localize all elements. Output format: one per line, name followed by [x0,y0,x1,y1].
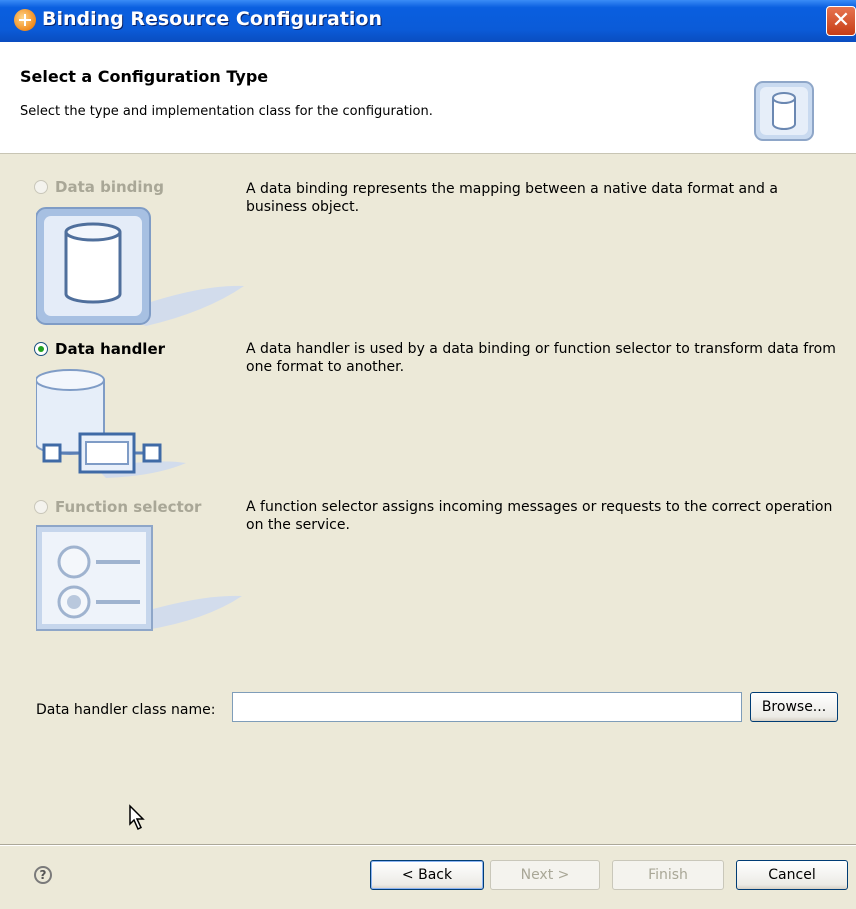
function-selector-radio[interactable] [34,500,48,514]
option-data-binding[interactable]: Data binding [34,178,164,196]
data-handler-icon [36,369,186,478]
footer-divider-highlight [0,845,856,846]
function-selector-icon [36,525,242,631]
data-binding-icon [36,207,244,326]
title-bar[interactable]: Binding Resource Configuration ✕ [0,0,856,42]
app-icon [14,9,36,31]
data-handler-label: Data handler [55,340,166,358]
wizard-content: Data binding A data binding represents t… [0,154,856,844]
mouse-cursor-icon [129,804,145,831]
option-data-handler[interactable]: Data handler [34,340,165,358]
function-selector-label: Function selector [55,498,202,516]
help-icon[interactable]: ? [34,866,52,884]
close-button[interactable]: ✕ [826,6,856,36]
data-handler-radio[interactable] [34,342,48,356]
data-binding-label: Data binding [55,178,164,196]
cylinder-icon [754,81,814,141]
browse-button[interactable]: Browse... [750,692,838,722]
finish-button[interactable]: Finish [612,860,724,890]
close-icon: ✕ [831,8,851,33]
data-binding-radio[interactable] [34,180,48,194]
cancel-button[interactable]: Cancel [736,860,848,890]
option-function-selector[interactable]: Function selector [34,498,201,516]
next-button[interactable]: Next > [490,860,600,890]
data-handler-description: A data handler is used by a data binding… [246,341,836,375]
data-binding-description: A data binding represents the mapping be… [246,181,778,215]
class-name-input[interactable] [232,692,742,722]
class-name-label: Data handler class name: [36,702,216,718]
window-title: Binding Resource Configuration [42,8,383,30]
wizard-banner: Select a Configuration Type Select the t… [0,42,856,154]
back-button[interactable]: < Back [370,860,484,890]
dialog-window: Binding Resource Configuration ✕ Select … [0,0,856,909]
function-selector-description: A function selector assigns incoming mes… [246,499,833,533]
page-title: Select a Configuration Type [20,67,269,86]
page-description: Select the type and implementation class… [20,104,433,119]
